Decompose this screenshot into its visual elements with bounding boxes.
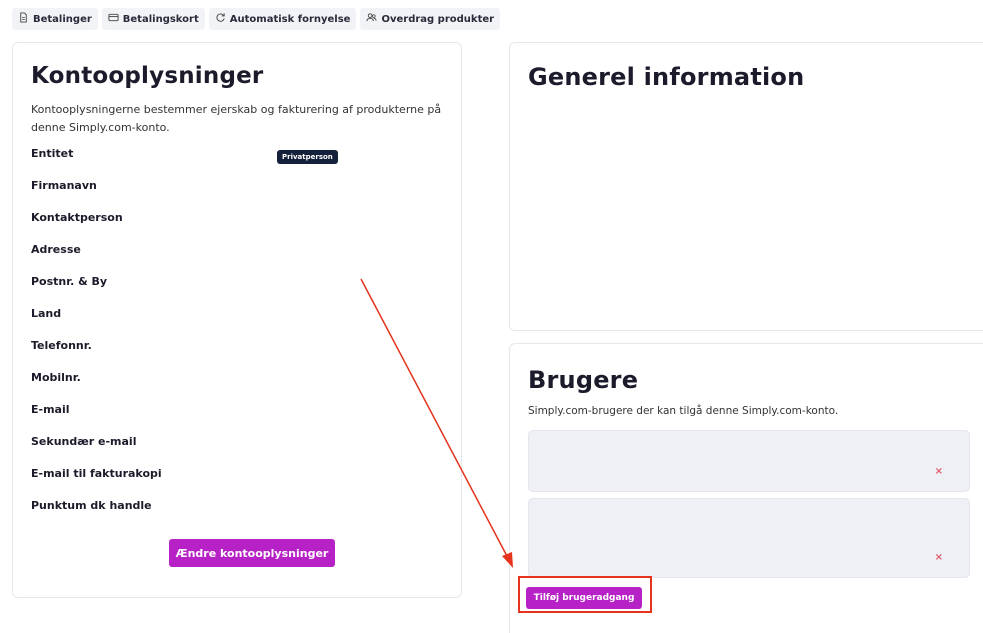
edit-account-button[interactable]: Ændre kontooplysninger	[169, 539, 335, 567]
tab-label: Betalinger	[33, 13, 92, 25]
field-land: Land	[31, 307, 451, 339]
field-mobilnr: Mobilnr.	[31, 371, 451, 403]
field-telefonnr: Telefonnr.	[31, 339, 451, 371]
field-entitet: Entitet Privatperson	[31, 147, 451, 179]
field-sekundaer-email: Sekundær e-mail	[31, 435, 451, 467]
tab-label: Overdrag produkter	[381, 13, 495, 25]
remove-user-icon[interactable]: ×	[935, 552, 943, 563]
account-info-description: Kontooplysningerne bestemmer ejerskab og…	[31, 103, 442, 134]
field-label: Sekundær e-mail	[31, 435, 137, 448]
field-label: Entitet	[31, 147, 74, 160]
user-row: ×	[528, 498, 970, 578]
general-info-title: Generel information	[528, 63, 805, 91]
field-label: Firmanavn	[31, 179, 97, 192]
tab-betalinger[interactable]: Betalinger	[12, 8, 98, 30]
field-label: Punktum dk handle	[31, 499, 152, 512]
field-label: Postnr. & By	[31, 275, 108, 288]
highlight-box	[518, 576, 652, 613]
tab-label: Automatisk fornyelse	[229, 13, 351, 25]
field-firmanavn: Firmanavn	[31, 179, 451, 211]
users-title: Brugere	[528, 366, 639, 394]
entity-badge: Privatperson	[277, 150, 338, 164]
user-row: ×	[528, 430, 970, 492]
account-fields: Entitet Privatperson Firmanavn Kontaktpe…	[31, 147, 451, 531]
credit-card-icon	[108, 12, 119, 26]
users-description: Simply.com-brugere der kan tilgå denne S…	[528, 405, 839, 417]
field-label: Land	[31, 307, 62, 320]
tab-overdrag-produkter[interactable]: Overdrag produkter	[360, 8, 501, 30]
field-label: Adresse	[31, 243, 81, 256]
account-info-card: Kontooplysninger Kontooplysningerne best…	[12, 42, 462, 598]
tab-label: Betalingskort	[122, 13, 199, 25]
remove-user-icon[interactable]: ×	[935, 466, 943, 477]
tab-bar: Betalinger Betalingskort Automatisk forn…	[12, 8, 501, 30]
field-label: Kontaktperson	[31, 211, 123, 224]
field-label: Telefonnr.	[31, 339, 92, 352]
field-punktum-dk-handle: Punktum dk handle	[31, 499, 451, 531]
field-postnr-by: Postnr. & By	[31, 275, 451, 307]
refresh-icon	[215, 12, 226, 26]
account-info-title: Kontooplysninger	[31, 63, 264, 89]
field-label: E-mail til fakturakopi	[31, 467, 162, 480]
field-kontaktperson: Kontaktperson	[31, 211, 451, 243]
tab-automatisk-fornyelse[interactable]: Automatisk fornyelse	[208, 8, 357, 30]
field-adresse: Adresse	[31, 243, 451, 275]
users-icon	[366, 12, 377, 26]
field-email-fakturakopi: E-mail til fakturakopi	[31, 467, 451, 499]
field-email: E-mail	[31, 403, 451, 435]
general-info-card: Generel information	[509, 42, 983, 331]
field-label: Mobilnr.	[31, 371, 81, 384]
document-icon	[18, 12, 29, 26]
tab-betalingskort[interactable]: Betalingskort	[101, 8, 205, 30]
field-label: E-mail	[31, 403, 70, 416]
